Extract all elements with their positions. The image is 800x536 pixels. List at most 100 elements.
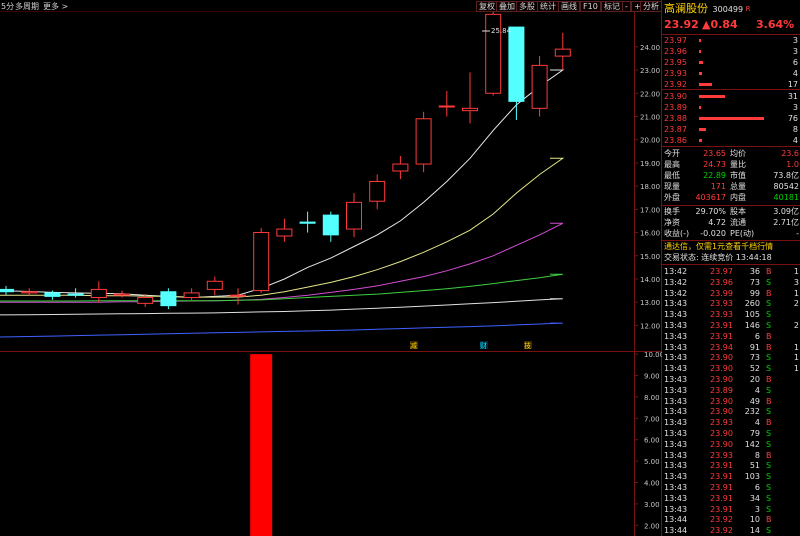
tick-row: 13:43 23.89 4 S <box>664 385 772 395</box>
candle-body <box>531 64 548 109</box>
tick-row: 13:43 23.91 146 S 2 <box>664 321 799 330</box>
bid-row[interactable]: 23.88 76 <box>664 113 800 124</box>
bid-volume-bar <box>699 95 726 98</box>
ask-price: 23.96 <box>664 47 687 56</box>
candle-body <box>114 293 130 296</box>
ask-row[interactable]: 23.97 3 <box>664 35 800 46</box>
trade-status: 交易状态: 连续竞价 13:44:18 <box>664 253 772 262</box>
tick-row: 13:43 23.91 103 S <box>664 472 772 482</box>
ask-volume-bar <box>699 72 703 75</box>
ask-price: 23.95 <box>664 58 687 67</box>
stat-row: 今开 23.65 均价 23.6 <box>664 149 799 158</box>
candle-body <box>183 292 200 299</box>
tick-row: 13:43 23.90 49 B <box>664 396 772 406</box>
candle-body <box>160 291 177 307</box>
adjust-button[interactable]: 复权 <box>476 1 498 12</box>
tick-row: 13:43 23.90 20 B <box>664 375 772 384</box>
tick-row: 13:43 23.90 232 S <box>664 407 772 417</box>
price-tick-label: 18.00 <box>640 183 660 191</box>
more-menu[interactable]: 更多 > <box>43 1 68 12</box>
tick-row: 13:43 23.90 79 S <box>664 429 772 438</box>
ask-row[interactable]: 23.95 6 <box>664 57 800 68</box>
bid-volume: 3 <box>792 103 798 112</box>
stats-button[interactable]: 统计 <box>537 1 559 12</box>
moving-averages <box>0 69 565 338</box>
tick-row: 13:43 23.91 51 S <box>664 461 772 471</box>
ask-volume-bar <box>699 50 701 53</box>
vol-tick-label: 10.00 <box>644 352 662 359</box>
candle-body <box>554 48 571 57</box>
tick-row: 13:43 23.90 73 S 1 <box>664 353 799 363</box>
bid-volume: 4 <box>792 136 798 145</box>
ask-volume-bar <box>699 39 701 42</box>
zoom-out-button[interactable]: - <box>622 1 631 12</box>
tick-row: 13:44 23.92 10 B <box>664 515 772 525</box>
tick-row: 13:43 23.94 91 B 1 <box>664 342 799 352</box>
tick-row: 13:43 23.91 6 B <box>664 331 772 341</box>
ma-line <box>0 322 563 338</box>
vol-tick-label: 9.00 <box>644 373 660 381</box>
tick-row: 13:43 23.90 142 S <box>664 439 772 449</box>
candle-body <box>438 105 455 108</box>
ma-line <box>0 69 565 299</box>
stat-row: 最高 24.73 量比 1.0 <box>664 160 799 169</box>
candle-body <box>21 291 38 294</box>
ask-volume: 3 <box>792 47 798 56</box>
candle-body <box>90 288 107 299</box>
candle-body <box>67 293 84 296</box>
price-tick-label: 21.00 <box>640 113 660 121</box>
f10-button[interactable]: F10 <box>580 1 601 12</box>
candlestick-chart[interactable]: 24.00 23.00 22.00 21.00 20.00 19.00 18.00 17.00… <box>0 12 662 351</box>
ask-volume: 4 <box>792 69 798 78</box>
vol-tick-label: 3.00 <box>644 501 660 509</box>
overlay-button[interactable]: 叠加 <box>496 1 518 12</box>
volume-bars <box>250 354 273 536</box>
bid-volume-bar <box>699 128 706 131</box>
volume-chart[interactable]: 10.00 9.00 8.00 7.00 6.00 5.00 4.00 3.00 2.00 <box>0 352 662 536</box>
promo-banner[interactable]: 通达信，仅需1元查看千档行情 <box>664 241 800 252</box>
price-tick-label: 20.00 <box>640 137 660 145</box>
candles <box>0 12 571 310</box>
tick-row: 13:43 23.91 34 S <box>664 493 772 503</box>
ask-row[interactable]: 23.93 4 <box>664 68 800 79</box>
candle-body <box>415 118 432 165</box>
stat-row: 外盘 403617 内盘 40181 <box>664 193 799 202</box>
tick-row: 13:43 23.93 8 B <box>664 450 772 460</box>
candle-body <box>392 163 409 172</box>
bid-row[interactable]: 23.89 3 <box>664 102 800 113</box>
tick-row: 13:42 23.99 99 B 1 <box>664 288 799 298</box>
stock-code: 300499 <box>712 5 744 14</box>
price-tick-label: 23.00 <box>640 67 660 75</box>
tick-row: 13:43 23.91 3 S <box>664 504 772 514</box>
stock-header: 高澜股份 300499 R <box>664 2 800 16</box>
multi-stock-button[interactable]: 多股 <box>516 1 538 12</box>
price-axis: 24.00 23.00 22.00 21.00 20.00 19.00 18.00 17.00… <box>634 44 660 330</box>
vol-tick-label: 6.00 <box>644 437 660 445</box>
bid-row[interactable]: 23.86 4 <box>664 135 800 146</box>
ask-price: 23.93 <box>664 69 687 78</box>
mark-button[interactable]: 标记 <box>601 1 623 12</box>
bid-row[interactable]: 23.87 8 <box>664 124 800 135</box>
marker-finance[interactable]: 财 <box>480 341 487 350</box>
ask-volume: 6 <box>792 58 798 67</box>
draw-line-button[interactable]: 画线 <box>558 1 580 12</box>
period-selector[interactable]: 5分 <box>1 1 14 12</box>
ask-row[interactable]: 23.96 3 <box>664 46 800 57</box>
candle-body <box>462 107 478 112</box>
price-tick-label: 19.00 <box>640 160 660 168</box>
vol-tick-label: 2.00 <box>644 522 660 530</box>
high-label: 25.84 <box>491 27 512 35</box>
analysis-button[interactable]: 分析 <box>640 1 662 12</box>
marker-tech[interactable]: 技 <box>524 341 531 350</box>
bid-row[interactable]: 23.90 31 <box>664 91 800 102</box>
chart-toolbar: 5分 多周期 更多 > 复权 叠加 多股 统计 画线 F10 标记 - + 分析 <box>0 0 662 12</box>
marker-reduce[interactable]: 减 <box>410 341 417 350</box>
multi-period-button[interactable]: 多周期 <box>15 1 39 12</box>
volume-axis: 10.00 9.00 8.00 7.00 6.00 5.00 4.00 3.00 2.00 <box>634 352 662 530</box>
event-markers: 减 财 技 <box>410 341 532 350</box>
price-tick-label: 17.00 <box>640 206 660 214</box>
vol-tick-label: 4.00 <box>644 480 660 488</box>
stat-row: 最低 22.89 市值 73.8亿 <box>664 171 799 180</box>
candle-body <box>508 26 525 102</box>
candle-body <box>44 292 61 297</box>
